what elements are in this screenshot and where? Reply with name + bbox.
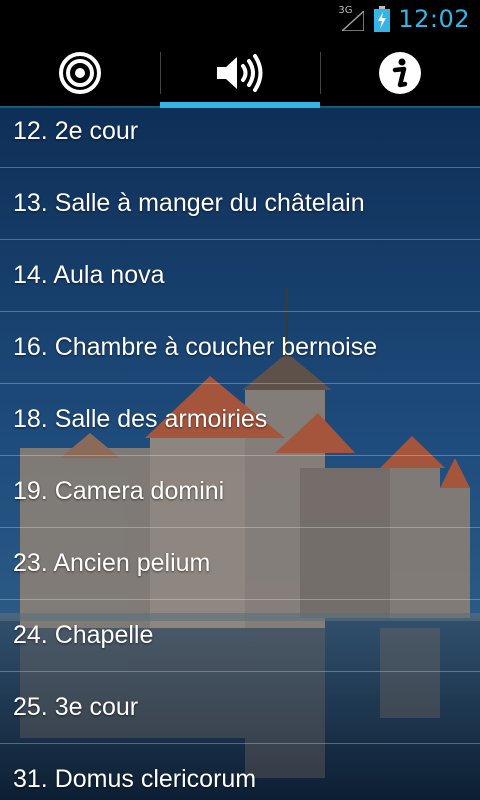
list-item-label: 31. Domus clericorum	[13, 765, 257, 793]
list-item[interactable]: 16. Chambre à coucher bernoise	[0, 312, 480, 384]
list-item[interactable]: 23. Ancien pelium	[0, 528, 480, 600]
tab-bar	[0, 38, 480, 108]
tab-target[interactable]	[0, 38, 160, 108]
list-item[interactable]: 25. 3e cour	[0, 672, 480, 744]
signal-icon	[342, 11, 365, 31]
content-area[interactable]: 12. 2e cour 13. Salle à manger du châtel…	[0, 108, 480, 800]
battery-icon	[374, 6, 391, 32]
list-item-label: 19. Camera domini	[13, 477, 225, 505]
list-item[interactable]: 31. Domus clericorum	[0, 744, 480, 800]
tab-info[interactable]	[320, 38, 480, 108]
signal-indicator: 3G	[338, 5, 366, 31]
list-item[interactable]: 12. 2e cour	[0, 108, 480, 168]
list-item-label: 12. 2e cour	[13, 117, 139, 145]
list-item-label: 18. Salle des armoiries	[13, 405, 268, 433]
list-item[interactable]: 13. Salle à manger du châtelain	[0, 168, 480, 240]
list-item[interactable]: 14. Aula nova	[0, 240, 480, 312]
status-bar: 3G 12:02	[0, 0, 480, 38]
clock: 12:02	[398, 5, 470, 33]
station-list: 12. 2e cour 13. Salle à manger du châtel…	[0, 108, 480, 800]
tab-audio[interactable]	[160, 38, 320, 108]
list-item-label: 13. Salle à manger du châtelain	[13, 189, 365, 217]
status-icons: 3G 12:02	[338, 0, 470, 38]
list-item-label: 16. Chambre à coucher bernoise	[13, 333, 378, 361]
list-item[interactable]: 18. Salle des armoiries	[0, 384, 480, 456]
target-icon	[59, 52, 101, 94]
list-item-label: 24. Chapelle	[13, 621, 154, 649]
list-item[interactable]: 19. Camera domini	[0, 456, 480, 528]
list-item-label: 14. Aula nova	[13, 261, 165, 289]
list-item-label: 25. 3e cour	[13, 693, 139, 721]
speaker-icon	[217, 54, 263, 92]
list-item-label: 23. Ancien pelium	[13, 549, 211, 577]
info-icon	[379, 52, 421, 94]
list-item[interactable]: 24. Chapelle	[0, 600, 480, 672]
